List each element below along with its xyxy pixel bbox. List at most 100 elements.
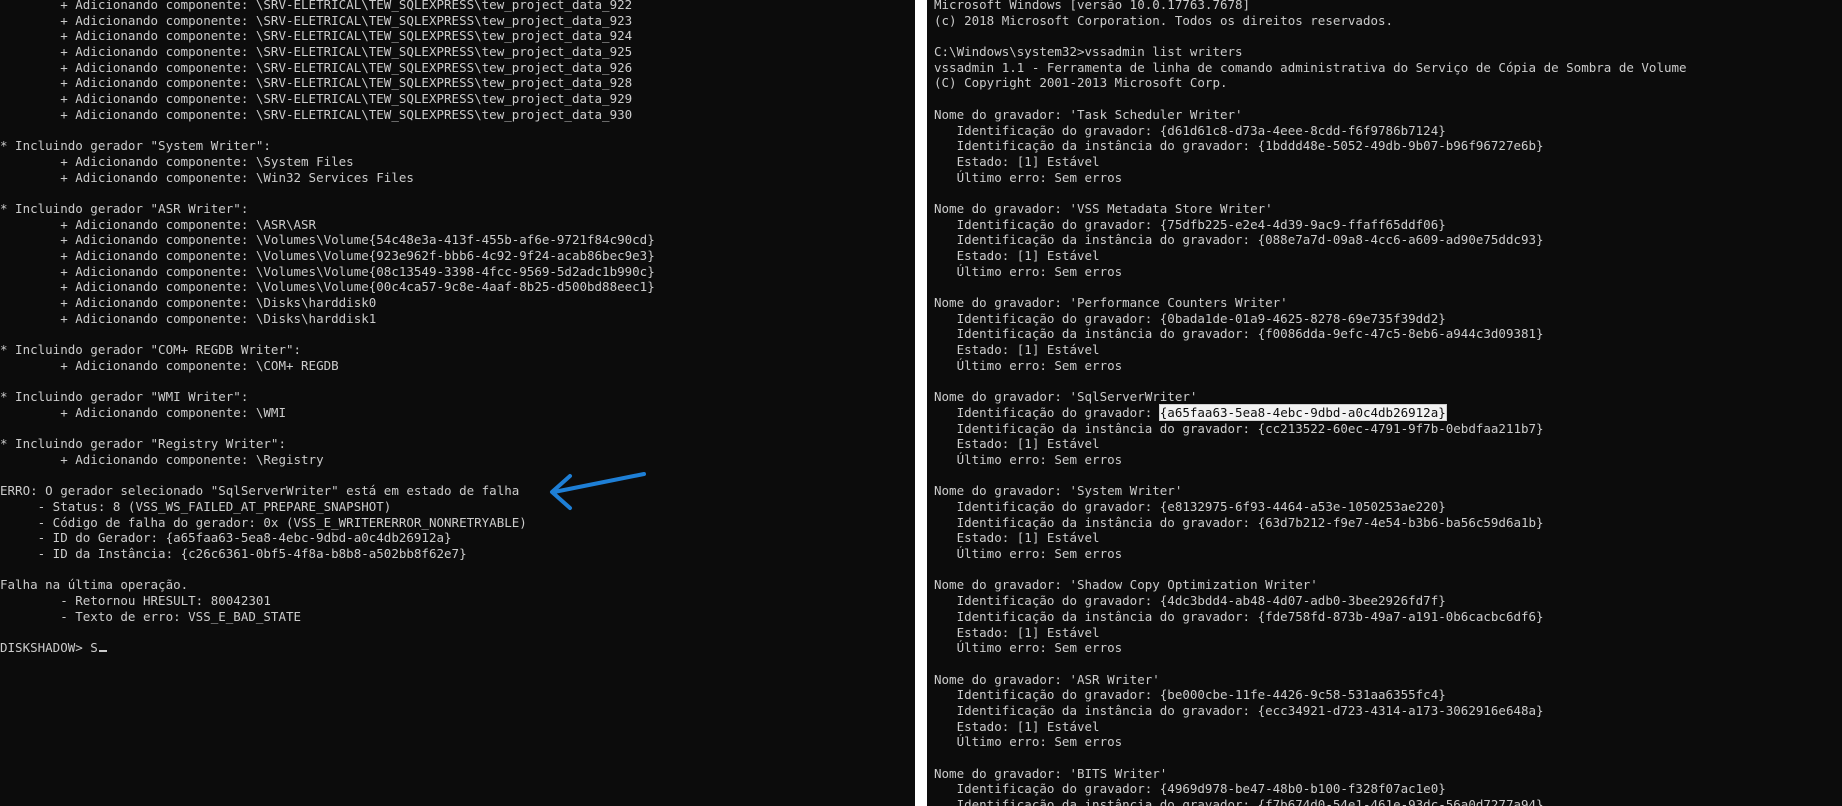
- blue-arrow-annotation: [550, 472, 646, 510]
- console-line: Identificação do gravador: {4969d978-be4…: [934, 781, 1446, 797]
- console-line: Identificação da instância do gravador: …: [934, 326, 1544, 342]
- console-line: + Adicionando componente: \Win32 Service…: [0, 169, 414, 185]
- console-line: vssadmin 1.1 - Ferramenta de linha de co…: [934, 59, 1687, 75]
- console-line: Identificação da instância do gravador: …: [934, 702, 1544, 718]
- console-line: + Adicionando componente: \SRV-ELETRICAL…: [0, 75, 633, 91]
- console-line: Estado: [1] Estável: [934, 436, 1100, 452]
- console-line: Identificação do gravador: {e8132975-6f9…: [934, 499, 1446, 514]
- console-line: Falha na última operação.: [0, 577, 189, 593]
- console-line: Nome do gravador: 'Task Scheduler Writer…: [934, 106, 1243, 122]
- diskshadow-console-output[interactable]: + Adicionando componente: \SRV-ELETRICAL…: [0, 0, 655, 656]
- console-line: + Adicionando componente: \System Files: [0, 153, 354, 169]
- console-line: + Adicionando componente: \Volumes\Volum…: [0, 279, 655, 295]
- console-line: Identificação do gravador: {be000cbe-11f…: [934, 687, 1446, 703]
- selected-writer-id[interactable]: {a65faa63-5ea8-4ebc-9dbd-a0c4db26912a}: [1158, 403, 1447, 421]
- console-line: Último erro: Sem erros: [934, 263, 1123, 279]
- text-cursor: [98, 650, 107, 653]
- console-line: - Código de falha do gerador: 0x (VSS_E_…: [0, 514, 527, 530]
- console-line: - Texto de erro: VSS_E_BAD_STATE: [0, 608, 302, 624]
- console-line: Último erro: Sem erros: [934, 640, 1123, 656]
- console-line: (c) 2018 Microsoft Corporation. Todos os…: [934, 12, 1394, 28]
- console-line: Último erro: Sem erros: [934, 169, 1123, 185]
- console-line: + Adicionando componente: \Registry: [0, 451, 324, 467]
- console-line: * Incluindo gerador "Registry Writer":: [0, 436, 286, 452]
- console-line: Estado: [1] Estável: [934, 248, 1100, 263]
- console-line: + Adicionando componente: \Volumes\Volum…: [0, 232, 655, 248]
- console-line: + Adicionando componente: \WMI: [0, 404, 286, 420]
- console-line: + Adicionando componente: \SRV-ELETRICAL…: [0, 0, 633, 12]
- console-line: Identificação do gravador: {4dc3bdd4-ab4…: [934, 593, 1446, 609]
- console-line: Estado: [1] Estável: [934, 624, 1100, 640]
- console-line: Microsoft Windows [versão 10.0.17763.767…: [934, 0, 1251, 12]
- console-line: * Incluindo gerador "System Writer":: [0, 138, 271, 154]
- console-line: + Adicionando componente: \SRV-ELETRICAL…: [0, 91, 633, 107]
- console-line: * Incluindo gerador "WMI Writer":: [0, 389, 249, 405]
- console-line: Estado: [1] Estável: [934, 153, 1100, 169]
- console-line: Identificação da instância do gravador: …: [934, 514, 1544, 530]
- console-line: Nome do gravador: 'Performance Counters …: [934, 295, 1288, 311]
- console-line: + Adicionando componente: \Disks\harddis…: [0, 295, 377, 311]
- console-line: Estado: [1] Estável: [934, 342, 1100, 358]
- console-line: + Adicionando componente: \SRV-ELETRICAL…: [0, 106, 633, 122]
- console-line: Identificação da instância do gravador: …: [934, 608, 1544, 624]
- console-line: C:\Windows\system32>vssadmin list writer…: [934, 44, 1243, 60]
- console-line-selected: Identificação do gravador: {a65faa63-5ea…: [934, 403, 1687, 421]
- cmd-console-output[interactable]: Microsoft Windows [versão 10.0.17763.767…: [934, 0, 1687, 806]
- console-line: Nome do gravador: 'System Writer': [934, 483, 1183, 499]
- console-line: - ID da Instância: {c26c6361-0bf5-4f8a-b…: [0, 546, 467, 562]
- console-line: + Adicionando componente: \SRV-ELETRICAL…: [0, 12, 633, 28]
- console-line: Identificação do gravador: {d61d61c8-d73…: [934, 122, 1446, 138]
- console-line: Estado: [1] Estável: [934, 718, 1100, 734]
- console-line: Identificação da instância do gravador: …: [934, 420, 1544, 436]
- console-line: + Adicionando componente: \ASR\ASR: [0, 216, 317, 232]
- console-line: - Retornou HRESULT: 80042301: [0, 593, 271, 609]
- console-line: Estado: [1] Estável: [934, 530, 1100, 546]
- console-line: Último erro: Sem erros: [934, 546, 1123, 562]
- console-line: Nome do gravador: 'Shadow Copy Optimizat…: [934, 577, 1318, 593]
- console-line: (C) Copyright 2001-2013 Microsoft Corp.: [934, 75, 1228, 91]
- console-line: Identificação da instância do gravador: …: [934, 232, 1544, 248]
- console-line: + Adicionando componente: \SRV-ELETRICAL…: [0, 59, 633, 75]
- console-line: - ID do Gerador: {a65faa63-5ea8-4ebc-9db…: [0, 530, 452, 546]
- console-line: Identificação da instância do gravador: …: [934, 797, 1544, 806]
- console-line: + Adicionando componente: \COM+ REGDB: [0, 357, 339, 373]
- console-line: + Adicionando componente: \SRV-ELETRICAL…: [0, 44, 633, 60]
- console-line: Identificação da instância do gravador: …: [934, 138, 1544, 154]
- console-line: Identificação do gravador: {0bada1de-01a…: [934, 310, 1446, 326]
- console-line: Nome do gravador: 'VSS Metadata Store Wr…: [934, 200, 1273, 216]
- window-divider: [915, 0, 927, 806]
- cmd-console-window[interactable]: Microsoft Windows [versão 10.0.17763.767…: [927, 0, 1842, 806]
- console-line: * Incluindo gerador "COM+ REGDB Writer":: [0, 342, 302, 358]
- console-line: Identificação do gravador: {75dfb225-e2e…: [934, 216, 1446, 232]
- diskshadow-prompt-line[interactable]: DISKSHADOW> S: [0, 640, 655, 656]
- console-line: Último erro: Sem erros: [934, 357, 1123, 373]
- console-line: + Adicionando componente: \Disks\harddis…: [0, 310, 377, 326]
- console-line: + Adicionando componente: \Volumes\Volum…: [0, 263, 655, 279]
- selection-line-prefix: Identificação do gravador:: [934, 404, 1160, 420]
- console-line: Último erro: Sem erros: [934, 451, 1123, 467]
- diskshadow-console-window[interactable]: + Adicionando componente: \SRV-ELETRICAL…: [0, 0, 915, 806]
- console-line: + Adicionando componente: \SRV-ELETRICAL…: [0, 28, 633, 44]
- console-line: Último erro: Sem erros: [934, 734, 1123, 750]
- console-line: Nome do gravador: 'SqlServerWriter': [934, 389, 1198, 405]
- console-line: Nome do gravador: 'ASR Writer': [934, 671, 1160, 687]
- console-line: Nome do gravador: 'BITS Writer': [934, 765, 1168, 781]
- console-line: + Adicionando componente: \Volumes\Volum…: [0, 248, 655, 263]
- console-line: * Incluindo gerador "ASR Writer":: [0, 200, 249, 216]
